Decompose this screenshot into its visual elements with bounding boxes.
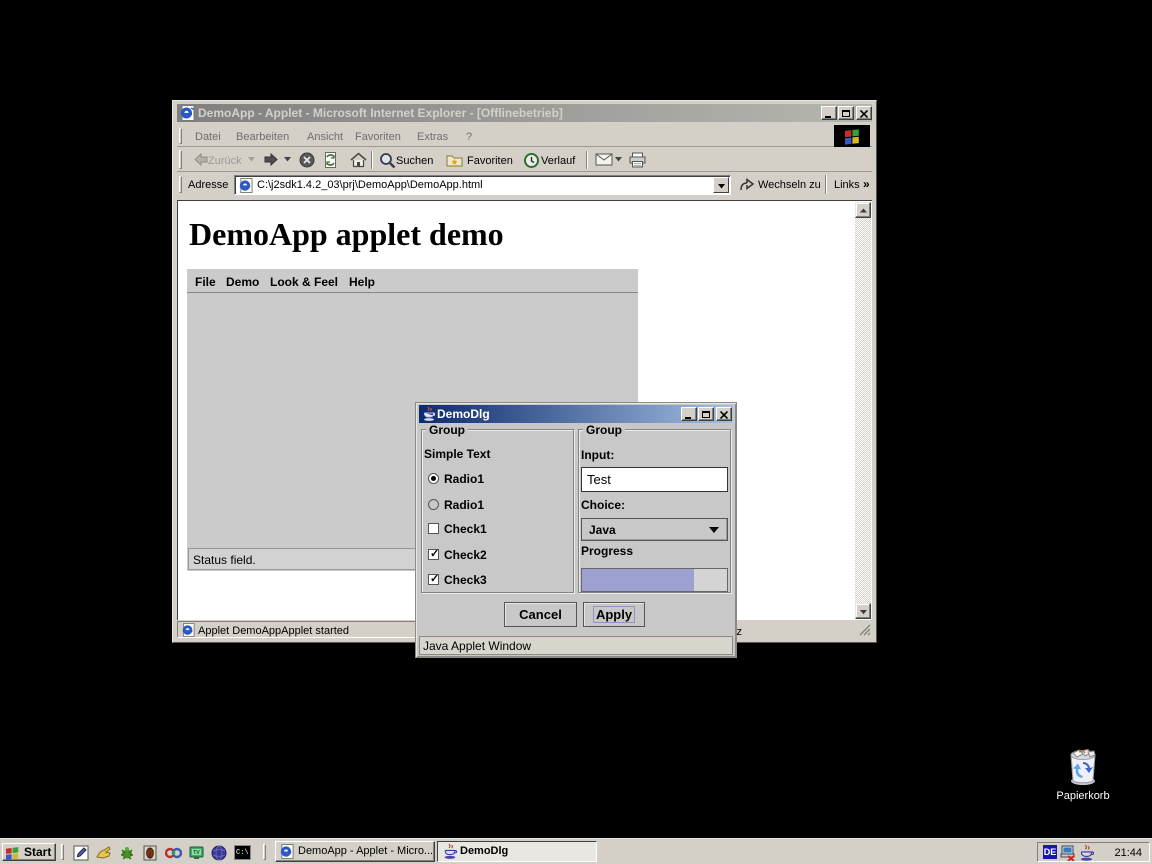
svg-text:C:\: C:\ [236, 849, 249, 857]
svg-text:TV: TV [193, 850, 200, 856]
